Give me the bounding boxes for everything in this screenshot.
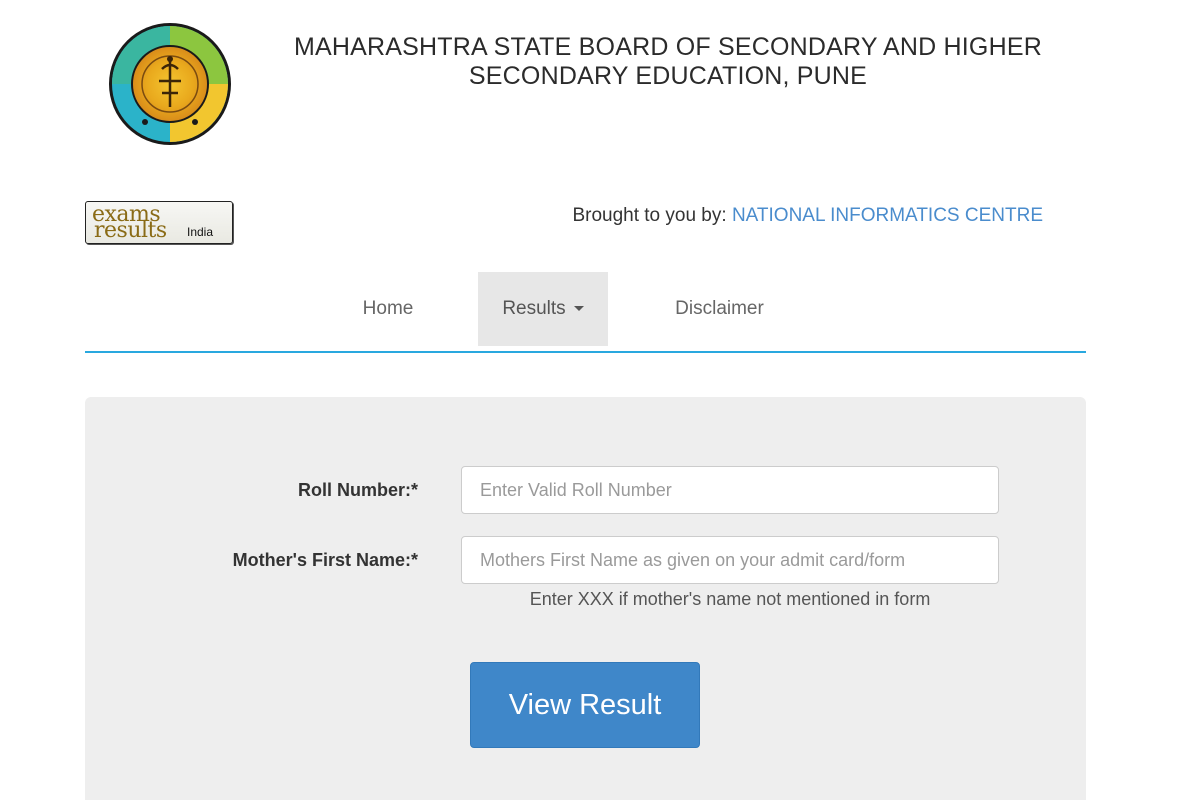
nav-disclaimer[interactable]: Disclaimer (657, 272, 782, 346)
logo-word-india: India (187, 225, 214, 239)
mother-name-input[interactable] (461, 536, 999, 584)
board-title-line1: MAHARASHTRA STATE BOARD OF SECONDARY AND… (294, 33, 1042, 61)
logo-word-results: results (94, 218, 167, 243)
caret-down-icon (573, 306, 584, 312)
nav-results-dropdown[interactable]: Results (478, 272, 608, 346)
exams-results-india-logo[interactable]: exams results India (85, 201, 233, 244)
view-result-button[interactable]: View Result (470, 662, 700, 748)
maharashtra-board-emblem-icon (107, 21, 233, 147)
board-title-line2: SECONDARY EDUCATION, PUNE (468, 62, 868, 90)
nic-link[interactable]: NATIONAL INFORMATICS CENTRE (732, 205, 1043, 226)
mother-name-hint: Enter XXX if mother's name not mentioned… (529, 589, 931, 609)
main-nav: Home Results Disclaimer (85, 272, 1086, 353)
mother-name-label: Mother's First Name:* (232, 550, 418, 570)
brought-prefix: Brought to you by: (572, 205, 727, 226)
roll-number-label: Roll Number:* (297, 480, 418, 500)
brought-to-you-by: Brought to you by: NATIONAL INFORMATICS … (572, 205, 1043, 227)
nav-home[interactable]: Home (348, 272, 428, 346)
board-title: MAHARASHTRA STATE BOARD OF SECONDARY AND… (268, 33, 1068, 91)
result-form-panel: Roll Number:* Mother's First Name:* Ente… (85, 397, 1086, 800)
nav-results-label: Results (502, 298, 566, 319)
roll-number-input[interactable] (461, 466, 999, 514)
